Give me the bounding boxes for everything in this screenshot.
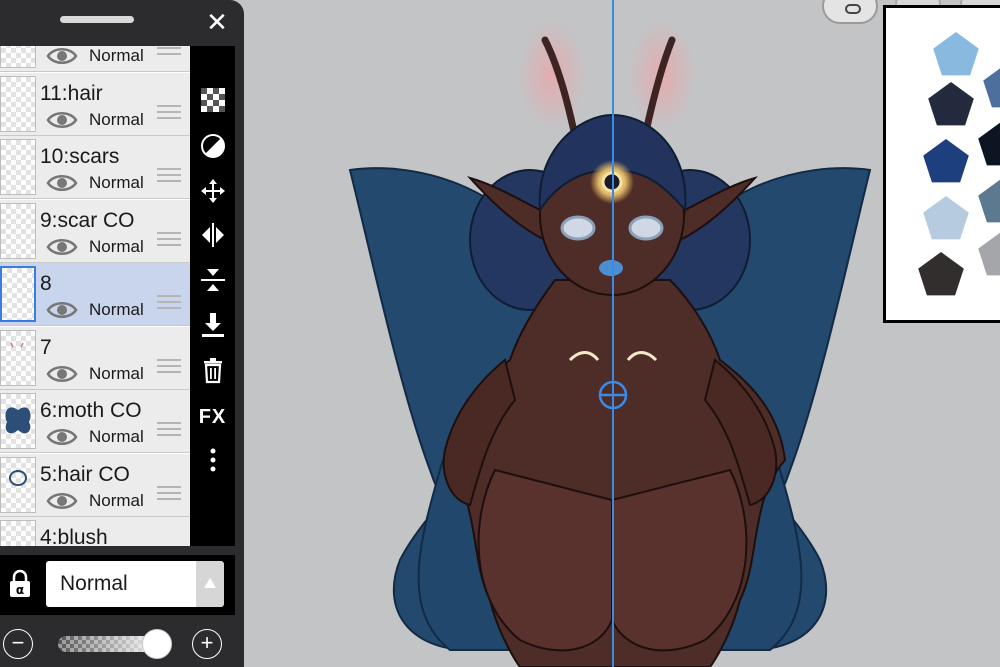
close-panel-button[interactable]: ✕: [202, 7, 232, 37]
layer-row[interactable]: 6:moth CO Normal: [0, 390, 190, 453]
layer-name: 10:scars: [40, 145, 120, 168]
flip-horizontal-icon: [199, 221, 227, 254]
layer-blend-mode: Normal: [89, 300, 144, 319]
palette-swatch: [978, 232, 1000, 276]
layer-name: 8: [40, 272, 52, 295]
palette-swatch: [923, 196, 969, 240]
drag-handle-icon[interactable]: [157, 358, 181, 375]
visibility-eye-icon[interactable]: [46, 236, 78, 258]
visibility-eye-icon[interactable]: [46, 426, 78, 448]
color-palette-reference: [883, 5, 1000, 323]
toggle-icon: [845, 4, 861, 14]
layer-blend-mode: Normal: [89, 46, 144, 65]
layer-blend-mode: Normal: [89, 109, 144, 129]
alpha-lock-icon[interactable]: α: [6, 569, 34, 599]
move-icon: [199, 177, 227, 210]
blend-mode-dropdown-button[interactable]: [196, 561, 224, 607]
trash-button[interactable]: [196, 356, 229, 389]
drag-handle-icon[interactable]: [157, 422, 181, 438]
layer-row[interactable]: 4:blushNormal: [0, 517, 190, 546]
drag-handle-icon[interactable]: [157, 168, 181, 184]
move-button[interactable]: [196, 177, 229, 210]
canvas-toggle-button[interactable]: [822, 0, 878, 24]
canvas-stage[interactable]: ✕ Normal 11:hair Normal 10:scars Normal 9:sca…: [0, 0, 1000, 667]
more-icon: [199, 446, 227, 479]
visibility-eye-icon[interactable]: [46, 172, 78, 194]
layer-row[interactable]: 5:hair CO Normal: [0, 453, 190, 517]
drag-handle-icon[interactable]: [157, 485, 181, 502]
layer-row[interactable]: 11:hair Normal: [0, 72, 190, 136]
panel-drag-handle[interactable]: [60, 16, 134, 23]
layer-thumbnail[interactable]: [0, 139, 36, 195]
layer-thumbnail[interactable]: [0, 456, 36, 513]
visibility-eye-icon[interactable]: [46, 46, 78, 67]
layer-row[interactable]: 7 Normal: [0, 326, 190, 390]
opacity-slider-knob[interactable]: [142, 629, 172, 659]
layer-thumbnail[interactable]: [0, 46, 36, 68]
flip-horizontal-button[interactable]: [196, 221, 229, 254]
layer-row[interactable]: 9:scar CO Normal: [0, 199, 190, 263]
palette-swatch: [978, 179, 1000, 223]
palette-swatch: [918, 252, 964, 296]
layer-blend-mode: Normal: [89, 427, 144, 446]
drag-handle-icon[interactable]: [157, 295, 181, 311]
layer-thumbnail[interactable]: [0, 329, 36, 386]
palette-swatch: [923, 139, 969, 183]
layer-thumbnail[interactable]: [0, 393, 36, 449]
fx-button[interactable]: FX: [196, 401, 229, 434]
drag-handle-icon[interactable]: [157, 231, 181, 248]
layer-name: 11:hair: [40, 81, 103, 105]
palette-swatch: [983, 68, 1000, 108]
download-icon: [199, 311, 227, 344]
palette-swatch: [933, 32, 979, 76]
layer-row[interactable]: Normal: [0, 46, 190, 72]
opacity-increase-button[interactable]: +: [192, 629, 222, 659]
layer-row[interactable]: 8 Normal: [0, 263, 190, 326]
opacity-decrease-button[interactable]: −: [3, 629, 33, 659]
layer-name: 9:scar CO: [40, 208, 135, 232]
fx-icon: FX: [198, 406, 227, 428]
opacity-row: − +: [0, 620, 235, 667]
palette-swatch: [928, 82, 974, 126]
blend-mode-select[interactable]: Normal: [46, 561, 196, 607]
drag-handle-icon[interactable]: [157, 104, 181, 121]
layer-toolbar: FX: [190, 46, 235, 546]
layer-thumbnail[interactable]: [0, 520, 36, 546]
layer-panel: ✕ Normal 11:hair Normal 10:scars Normal 9:sca…: [0, 0, 244, 667]
visibility-eye-icon[interactable]: [46, 109, 78, 131]
drag-handle-icon[interactable]: [157, 46, 181, 57]
contrast-icon: [199, 132, 227, 165]
layer-name: 7: [40, 335, 52, 359]
layer-row[interactable]: 10:scars Normal: [0, 136, 190, 199]
trash-icon: [199, 356, 227, 389]
layer-name: 5:hair CO: [40, 462, 130, 486]
merge-down-button[interactable]: [196, 266, 229, 299]
svg-text:α: α: [16, 583, 24, 597]
blend-mode-label: Normal: [60, 572, 128, 595]
layer-thumbnail[interactable]: [0, 75, 36, 132]
visibility-eye-icon[interactable]: [46, 490, 78, 512]
layer-list[interactable]: Normal 11:hair Normal 10:scars Normal 9:scar …: [0, 46, 190, 546]
layer-blend-mode: Normal: [89, 490, 144, 510]
checker-icon: [199, 86, 227, 119]
layer-blend-mode: Normal: [89, 236, 144, 256]
more-button[interactable]: [196, 446, 229, 479]
layer-name: 6:moth CO: [40, 399, 142, 422]
merge-down-icon: [199, 266, 227, 299]
layer-thumbnail[interactable]: [0, 202, 36, 259]
visibility-eye-icon[interactable]: [46, 299, 78, 321]
visibility-eye-icon[interactable]: [46, 363, 78, 385]
palette-swatch: [978, 122, 1000, 166]
contrast-button[interactable]: [196, 132, 229, 165]
layer-thumbnail[interactable]: [0, 266, 36, 322]
layer-blend-mode: Normal: [89, 363, 144, 383]
layer-blend-mode: Normal: [89, 173, 144, 192]
checker-button[interactable]: [196, 86, 229, 119]
download-button[interactable]: [196, 311, 229, 344]
triangle-up-icon: [204, 578, 216, 588]
blend-mode-row: α Normal: [0, 555, 235, 615]
layer-name: 4:blush: [40, 526, 108, 546]
